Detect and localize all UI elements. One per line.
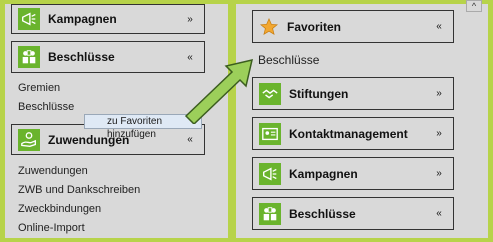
hand-giving-icon	[18, 128, 40, 151]
panel-beschluesse[interactable]: Beschlüsse «	[11, 41, 205, 73]
chevron-down-icon[interactable]: »	[182, 14, 198, 25]
panel-stiftungen[interactable]: Stiftungen »	[252, 77, 454, 110]
people-vote-icon	[18, 46, 40, 68]
people-vote-icon	[259, 202, 281, 225]
drag-arrow-icon	[184, 58, 254, 124]
panel-kampagnen-right[interactable]: Kampagnen »	[252, 157, 454, 190]
chevron-up-icon[interactable]: «	[431, 208, 447, 219]
nav-link-zwb-dankschreiben[interactable]: ZWB und Dankschreiben	[18, 184, 140, 196]
panel-kampagnen[interactable]: Kampagnen »	[11, 4, 205, 34]
nav-link-beschluesse[interactable]: Beschlüsse	[18, 101, 74, 113]
star-icon	[259, 17, 279, 37]
chevron-down-icon[interactable]: »	[431, 168, 447, 179]
megaphone-icon	[18, 8, 40, 30]
megaphone-icon	[259, 162, 281, 185]
chevron-down-icon[interactable]: »	[431, 128, 447, 139]
chevron-up-icon[interactable]: «	[431, 21, 447, 32]
nav-link-zweckbindungen[interactable]: Zweckbindungen	[18, 203, 101, 215]
nav-link-online-import[interactable]: Online-Import	[18, 222, 85, 234]
chevron-down-icon[interactable]: »	[431, 88, 447, 99]
scroll-up-button[interactable]: ^	[466, 0, 482, 12]
contact-card-icon	[259, 122, 281, 145]
nav-link-gremien[interactable]: Gremien	[18, 82, 60, 94]
panel-label: Beschlüsse	[48, 50, 115, 64]
panel-kontaktmanagement[interactable]: Kontaktmanagement »	[252, 117, 454, 150]
panel-label: Kampagnen	[289, 166, 358, 181]
chevron-up-icon[interactable]: «	[182, 134, 198, 145]
panel-label: Kontaktmanagement	[289, 126, 408, 141]
panel-beschluesse-right[interactable]: Beschlüsse «	[252, 197, 454, 230]
nav-link-zuwendungen[interactable]: Zuwendungen	[18, 165, 88, 177]
panel-label: Favoriten	[287, 19, 342, 34]
panel-label: Stiftungen	[289, 86, 349, 101]
panel-favoriten[interactable]: Favoriten «	[252, 10, 454, 43]
handshake-icon	[259, 82, 281, 105]
panel-label: Kampagnen	[48, 12, 117, 26]
favorite-item-beschluesse[interactable]: Beschlüsse	[258, 53, 319, 67]
panel-label: Beschlüsse	[289, 206, 356, 221]
